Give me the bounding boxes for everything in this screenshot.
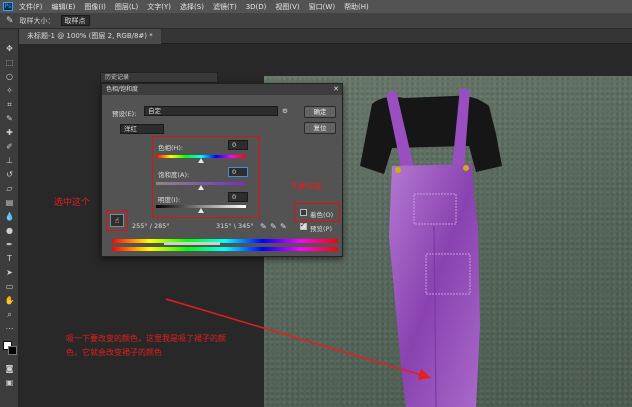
annotation-arrow [165,298,431,381]
